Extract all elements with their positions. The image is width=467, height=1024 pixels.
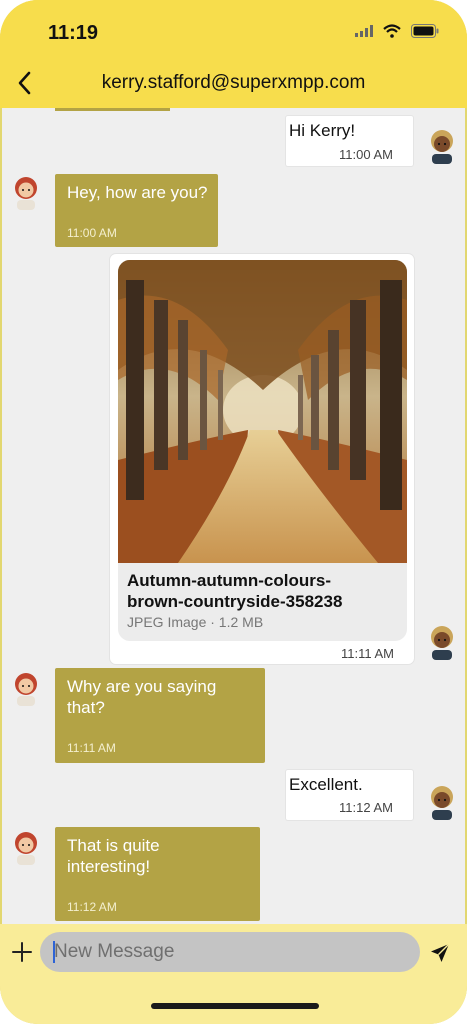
message-time: 11:00 AM bbox=[67, 226, 117, 240]
message-text: Why are you saying that? bbox=[67, 677, 217, 717]
avatar-icon bbox=[15, 832, 37, 865]
partial-bubble bbox=[55, 108, 170, 111]
text-caret bbox=[53, 941, 55, 963]
plus-icon bbox=[12, 942, 32, 962]
message-composer bbox=[0, 924, 467, 1024]
chat-header: 11:19 kerry.stafford@superxmpp.com bbox=[0, 0, 467, 108]
message-input[interactable] bbox=[40, 932, 420, 972]
message-text: Excellent. bbox=[289, 775, 363, 794]
avatar-icon bbox=[431, 626, 453, 660]
wifi-icon bbox=[383, 24, 401, 38]
send-button[interactable] bbox=[428, 941, 452, 965]
message-time: 11:12 AM bbox=[339, 800, 393, 815]
attachment-file-name[interactable]: Autumn-autumn-colours-brown-countryside-… bbox=[127, 570, 387, 612]
message-incoming[interactable]: That is quite interesting! 11:12 AM bbox=[55, 827, 260, 921]
message-text: Hey, how are you? bbox=[67, 183, 208, 202]
message-incoming[interactable]: Hey, how are you? 11:00 AM bbox=[55, 174, 218, 247]
autumn-photo[interactable] bbox=[118, 260, 407, 563]
message-image-attachment[interactable]: Autumn-autumn-colours-brown-countryside-… bbox=[110, 254, 414, 664]
message-time: 11:12 AM bbox=[67, 900, 117, 914]
message-time: 11:11 AM bbox=[341, 646, 394, 661]
message-incoming[interactable]: Why are you saying that? 11:11 AM bbox=[55, 668, 265, 763]
signal-icon bbox=[355, 25, 373, 37]
send-icon bbox=[431, 943, 450, 962]
message-text: That is quite interesting! bbox=[67, 836, 160, 876]
message-time: 11:00 AM bbox=[339, 147, 393, 162]
attach-button[interactable] bbox=[10, 940, 34, 964]
message-text: Hi Kerry! bbox=[289, 121, 356, 140]
chat-screen: 11:19 kerry.stafford@superxmpp.com Hi Ke… bbox=[0, 0, 467, 1024]
home-indicator[interactable] bbox=[151, 1003, 319, 1009]
status-icons bbox=[355, 24, 439, 38]
message-outgoing[interactable]: Hi Kerry! 11:00 AM bbox=[286, 116, 413, 166]
avatar-icon bbox=[15, 673, 37, 706]
avatar-icon bbox=[431, 130, 453, 164]
avatar-icon bbox=[15, 177, 37, 210]
battery-icon bbox=[411, 24, 439, 38]
message-outgoing[interactable]: Excellent. 11:12 AM bbox=[286, 770, 413, 820]
status-time: 11:19 bbox=[48, 22, 99, 44]
avatar-icon bbox=[431, 786, 453, 820]
message-time: 11:11 AM bbox=[67, 741, 116, 755]
attachment-file-meta: JPEG Image · 1.2 MB bbox=[127, 614, 264, 630]
chat-title: kerry.stafford@superxmpp.com bbox=[101, 72, 366, 93]
